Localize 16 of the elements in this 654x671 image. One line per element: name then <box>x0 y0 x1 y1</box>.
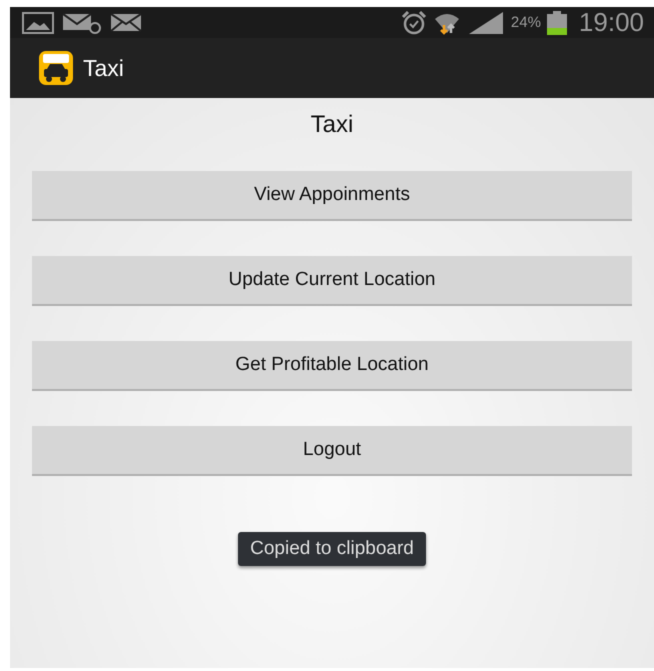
menu-button[interactable]: Get Profitable Location <box>32 341 632 391</box>
taxi-car-icon[interactable] <box>39 51 73 85</box>
mail-icon <box>110 12 142 34</box>
image-icon <box>22 12 54 34</box>
app-title: Taxi <box>83 54 124 82</box>
toast-message: Copied to clipboard <box>238 532 426 566</box>
email-icon <box>62 12 102 34</box>
menu-button[interactable]: View Appoinments <box>32 171 632 221</box>
menu-button[interactable]: Logout <box>32 426 632 476</box>
menu-button[interactable]: Update Current Location <box>32 256 632 306</box>
page-heading: Taxi <box>310 111 354 139</box>
clock: 19:00 <box>578 7 644 38</box>
battery-percent: 24% <box>510 14 541 31</box>
battery-icon <box>546 10 567 34</box>
signal-icon <box>466 10 505 34</box>
alarm-icon <box>400 10 427 34</box>
